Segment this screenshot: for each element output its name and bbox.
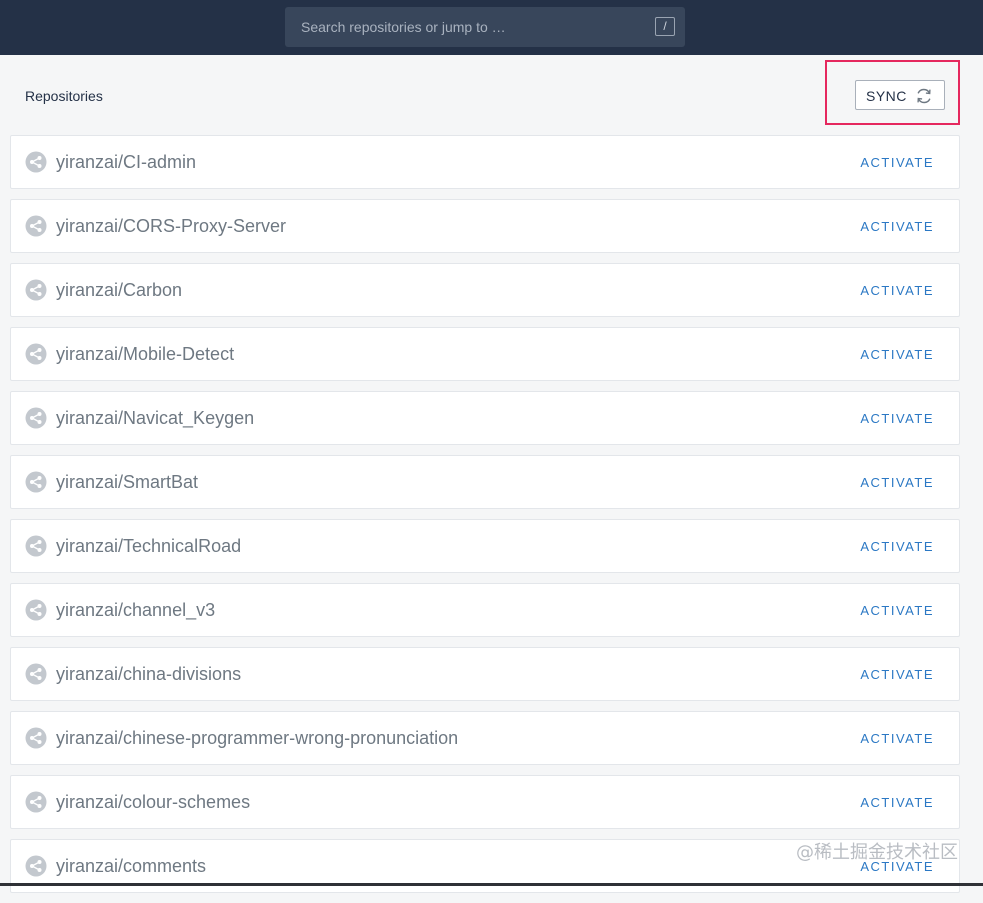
repository-row: yiranzai/Navicat_Keygen ACTIVATE — [10, 391, 960, 445]
search-shortcut-key: / — [655, 17, 675, 36]
repository-name[interactable]: yiranzai/SmartBat — [56, 472, 198, 493]
share-icon — [25, 855, 47, 877]
repository-row: yiranzai/china-divisions ACTIVATE — [10, 647, 960, 701]
top-navigation-bar: Search repositories or jump to … / — [0, 0, 983, 55]
activate-button[interactable]: ACTIVATE — [860, 603, 934, 618]
activate-button[interactable]: ACTIVATE — [860, 155, 934, 170]
share-icon — [25, 599, 47, 621]
repository-row: yiranzai/Carbon ACTIVATE — [10, 263, 960, 317]
repository-name[interactable]: yiranzai/CORS-Proxy-Server — [56, 216, 286, 237]
activate-button[interactable]: ACTIVATE — [860, 475, 934, 490]
repository-name[interactable]: yiranzai/comments — [56, 856, 206, 877]
repository-name[interactable]: yiranzai/china-divisions — [56, 664, 241, 685]
activate-button[interactable]: ACTIVATE — [860, 347, 934, 362]
repository-list: yiranzai/CI-admin ACTIVATE yiranzai/CORS… — [10, 135, 960, 903]
repository-row: yiranzai/TechnicalRoad ACTIVATE — [10, 519, 960, 573]
share-icon — [25, 151, 47, 173]
repository-name[interactable]: yiranzai/channel_v3 — [56, 600, 215, 621]
repository-name[interactable]: yiranzai/Navicat_Keygen — [56, 408, 254, 429]
repository-row: yiranzai/colour-schemes ACTIVATE — [10, 775, 960, 829]
watermark: @稀土掘金技术社区 — [796, 838, 958, 864]
repository-row: yiranzai/chinese-programmer-wrong-pronun… — [10, 711, 960, 765]
share-icon — [25, 727, 47, 749]
repository-name[interactable]: yiranzai/TechnicalRoad — [56, 536, 241, 557]
activate-button[interactable]: ACTIVATE — [860, 283, 934, 298]
share-icon — [25, 215, 47, 237]
repository-name[interactable]: yiranzai/colour-schemes — [56, 792, 250, 813]
refresh-icon — [914, 86, 934, 106]
search-input[interactable]: Search repositories or jump to … / — [285, 7, 685, 47]
repository-name[interactable]: yiranzai/Mobile-Detect — [56, 344, 234, 365]
share-icon — [25, 791, 47, 813]
repository-row: yiranzai/CORS-Proxy-Server ACTIVATE — [10, 199, 960, 253]
activate-button[interactable]: ACTIVATE — [860, 219, 934, 234]
page-title: Repositories — [25, 88, 103, 104]
activate-button[interactable]: ACTIVATE — [860, 667, 934, 682]
repository-name[interactable]: yiranzai/CI-admin — [56, 152, 196, 173]
share-icon — [25, 535, 47, 557]
search-placeholder: Search repositories or jump to … — [301, 19, 506, 35]
sync-button[interactable]: SYNC — [855, 80, 945, 110]
activate-button[interactable]: ACTIVATE — [860, 411, 934, 426]
repository-row: yiranzai/Mobile-Detect ACTIVATE — [10, 327, 960, 381]
activate-button[interactable]: ACTIVATE — [860, 795, 934, 810]
repository-name[interactable]: yiranzai/chinese-programmer-wrong-pronun… — [56, 728, 458, 749]
activate-button[interactable]: ACTIVATE — [860, 731, 934, 746]
share-icon — [25, 663, 47, 685]
repository-name[interactable]: yiranzai/Carbon — [56, 280, 182, 301]
sync-button-label: SYNC — [866, 88, 907, 104]
share-icon — [25, 471, 47, 493]
share-icon — [25, 407, 47, 429]
repository-row: yiranzai/SmartBat ACTIVATE — [10, 455, 960, 509]
repository-row: yiranzai/CI-admin ACTIVATE — [10, 135, 960, 189]
repositories-panel: Repositories SYNC yiranzai/CI-admin ACTI… — [0, 55, 983, 886]
activate-button[interactable]: ACTIVATE — [860, 539, 934, 554]
share-icon — [25, 343, 47, 365]
share-icon — [25, 279, 47, 301]
repository-row: yiranzai/channel_v3 ACTIVATE — [10, 583, 960, 637]
